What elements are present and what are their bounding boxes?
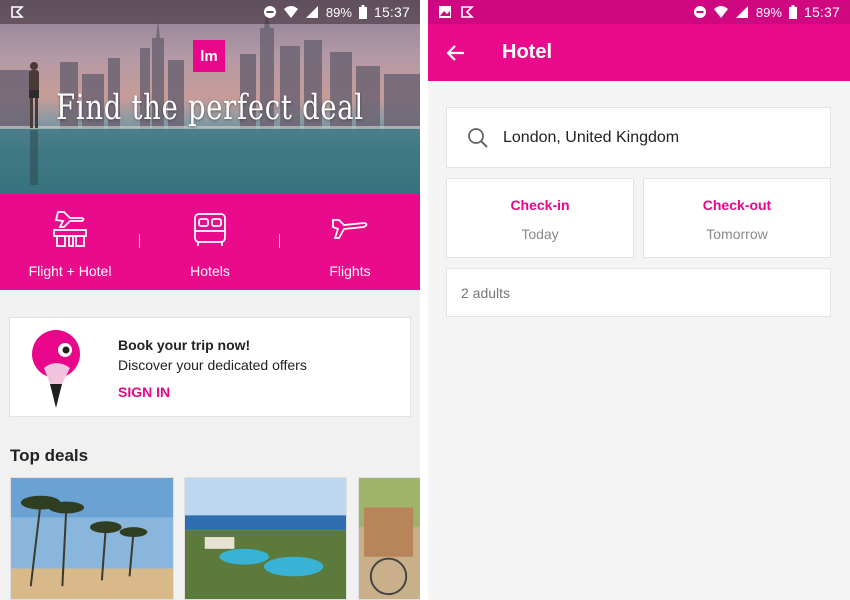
category-hotels[interactable]: Hotels xyxy=(140,194,280,290)
battery-percent: 89% xyxy=(325,4,352,20)
checkout-field[interactable]: Check-out Tomorrow xyxy=(643,178,831,258)
deal-photo-resort xyxy=(185,478,346,599)
checkin-label: Check-in xyxy=(510,197,570,213)
back-button[interactable] xyxy=(428,24,484,81)
flamingo-mascot-icon xyxy=(32,330,80,408)
destination-field[interactable]: London, United Kingdom xyxy=(446,107,831,168)
do-not-disturb-icon xyxy=(263,6,276,18)
guests-field[interactable]: 2 adults xyxy=(446,268,831,317)
category-flights[interactable]: Flights xyxy=(280,194,420,290)
destination-value: London, United Kingdom xyxy=(503,128,680,146)
status-bar: 89% 15:37 xyxy=(0,0,420,24)
checkin-field[interactable]: Check-in Today xyxy=(446,178,634,258)
cellular-signal-icon xyxy=(305,6,318,18)
wifi-icon xyxy=(713,6,728,18)
top-deals-heading: Top deals xyxy=(10,446,89,465)
do-not-disturb-icon xyxy=(693,6,706,18)
deal-photo-beach xyxy=(11,478,173,599)
hero-title: Find the perfect deal xyxy=(56,88,364,128)
battery-icon xyxy=(358,5,367,19)
deal-card[interactable] xyxy=(184,477,347,600)
lastminute-logo: lm xyxy=(193,40,225,72)
category-label: Hotels xyxy=(190,263,230,279)
battery-percent: 89% xyxy=(755,4,782,20)
category-label: Flights xyxy=(329,263,371,279)
app-bar: Hotel xyxy=(428,24,850,81)
clock: 15:37 xyxy=(373,4,410,20)
flight-hotel-icon xyxy=(53,211,87,247)
wifi-icon xyxy=(283,6,298,18)
checkout-value: Tomorrow xyxy=(706,226,768,242)
checkin-value: Today xyxy=(521,226,559,242)
notification-flag-icon xyxy=(461,6,474,18)
home-screen: lm Find the perfect deal 89% 15:37 Fligh… xyxy=(0,0,420,600)
cellular-signal-icon xyxy=(735,6,748,18)
deal-card[interactable] xyxy=(358,477,420,600)
deal-photo-city xyxy=(359,478,420,599)
image-notification-icon xyxy=(439,6,451,18)
bed-icon xyxy=(194,213,226,246)
category-label: Flight + Hotel xyxy=(28,263,112,279)
airplane-icon xyxy=(332,219,368,239)
signin-subtitle: Discover your dedicated offers xyxy=(118,357,307,373)
signin-title: Book your trip now! xyxy=(118,337,251,353)
battery-icon xyxy=(788,5,797,19)
checkout-label: Check-out xyxy=(702,197,772,213)
status-bar: 89% 15:37 xyxy=(428,0,850,24)
category-bar: Flight + Hotel Hotels Flights xyxy=(0,194,420,290)
signin-link[interactable]: SIGN IN xyxy=(118,384,170,400)
notification-flag-icon xyxy=(11,6,24,18)
search-icon xyxy=(468,127,488,148)
page-title: Hotel xyxy=(502,41,552,63)
deal-card[interactable] xyxy=(10,477,174,600)
category-flight-hotel[interactable]: Flight + Hotel xyxy=(0,194,140,290)
clock: 15:37 xyxy=(803,4,840,20)
signin-card: Book your trip now! Discover your dedica… xyxy=(9,317,411,417)
hero-banner: lm Find the perfect deal xyxy=(0,0,420,194)
hotel-search-screen: 89% 15:37 Hotel London, United Kingdom C… xyxy=(428,0,850,600)
guests-value: 2 adults xyxy=(461,284,511,301)
arrow-back-icon xyxy=(446,44,464,61)
